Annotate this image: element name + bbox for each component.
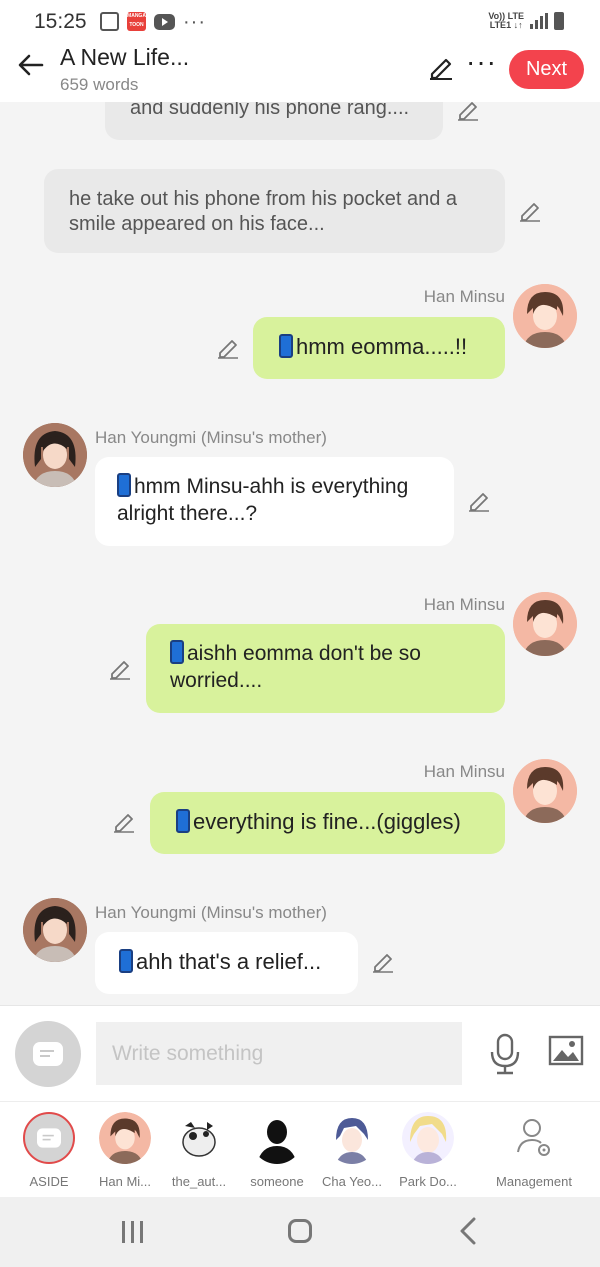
battery-icon (554, 12, 564, 30)
aside-icon (33, 1042, 63, 1066)
edit-pencil-icon[interactable] (112, 810, 136, 834)
mother-avatar-icon (23, 423, 87, 487)
phone-emoji-icon (117, 473, 131, 497)
character-han-minsu[interactable]: Han Mi... (87, 1112, 163, 1189)
message-bubble-received[interactable]: hmm Minsu-ahh is everything alright ther… (95, 457, 454, 546)
character-cha-yeo[interactable]: Cha Yeo... (314, 1112, 390, 1189)
edit-pencil-icon[interactable] (108, 657, 132, 681)
story-title: A New Life... (60, 44, 190, 70)
speaker-name: Han Youngmi (Minsu's mother) (95, 428, 327, 447)
boy-avatar-icon (99, 1112, 151, 1164)
more-notifications-icon: ··· (183, 10, 206, 33)
mother-avatar-icon (23, 898, 87, 962)
character-someone[interactable]: someone (239, 1112, 315, 1189)
signal-icon (530, 13, 548, 29)
aside-icon (37, 1128, 61, 1148)
management-button[interactable]: Management (490, 1112, 578, 1189)
silhouette-avatar-icon (251, 1112, 303, 1164)
system-back-icon[interactable] (456, 1217, 482, 1245)
aside-toggle-button[interactable] (15, 1021, 81, 1087)
next-button[interactable]: Next (509, 50, 584, 89)
word-count: 659 words (60, 75, 139, 94)
recent-apps-icon[interactable] (121, 1221, 145, 1243)
status-time: 15:25 (34, 10, 87, 33)
more-options-icon[interactable]: ··· (466, 46, 497, 78)
system-nav-bar (0, 1197, 600, 1267)
boy-avatar-icon (513, 284, 577, 348)
speaker-name: Han Minsu (423, 595, 505, 614)
character-selector: ASIDE Han Mi... the_aut... someone Cha Y… (0, 1101, 600, 1197)
edit-pencil-icon[interactable] (371, 950, 395, 974)
network-indicator: Vo)) LTE LTE1 ↓↑ (488, 11, 524, 30)
edit-pencil-icon[interactable] (518, 199, 542, 223)
avatar[interactable] (513, 284, 577, 348)
avatar[interactable] (23, 423, 87, 487)
phone-emoji-icon (279, 334, 293, 358)
message-bubble-sent[interactable]: everything is fine...(giggles) (150, 792, 505, 854)
phone-emoji-icon (170, 640, 184, 664)
app-header: A New Life... 659 words ··· Next (0, 44, 600, 102)
blonde-avatar-icon (402, 1112, 454, 1164)
home-icon[interactable] (288, 1219, 312, 1243)
image-picker-icon[interactable] (548, 1034, 584, 1068)
message-bubble-sent[interactable]: aishh eomma don't be so worried.... (146, 624, 505, 713)
microphone-icon[interactable] (488, 1032, 522, 1076)
youtube-icon (154, 13, 175, 30)
phone-emoji-icon (119, 949, 133, 973)
character-aside[interactable]: ASIDE (11, 1112, 87, 1189)
edit-pencil-icon[interactable] (456, 102, 480, 122)
avatar[interactable] (23, 898, 87, 962)
message-bubble-sent[interactable]: hmm eomma.....!! (253, 317, 505, 379)
narration-bubble[interactable]: he take out his phone from his pocket an… (44, 169, 505, 253)
message-bubble-received[interactable]: ahh that's a relief... (95, 932, 358, 994)
user-settings-icon (517, 1119, 550, 1156)
avatar[interactable] (513, 592, 577, 656)
manga-toon-icon: MANGA TOON (127, 12, 146, 31)
edit-pencil-icon[interactable] (428, 54, 454, 80)
speaker-name: Han Youngmi (Minsu's mother) (95, 903, 327, 922)
back-arrow-icon[interactable] (16, 50, 46, 80)
character-the-author[interactable]: the_aut... (161, 1112, 237, 1189)
phone-emoji-icon (176, 809, 190, 833)
speaker-name: Han Minsu (423, 287, 505, 306)
boy-avatar-icon (513, 759, 577, 823)
boy-avatar-icon (513, 592, 577, 656)
chat-area[interactable]: and suddenly his phone rang.... he take … (0, 102, 600, 1005)
gallery-icon (100, 12, 119, 31)
status-bar: 15:25 MANGA TOON ··· Vo)) LTE LTE1 ↓↑ (0, 0, 600, 44)
blue-hair-avatar-icon (326, 1112, 378, 1164)
edit-pencil-icon[interactable] (216, 336, 240, 360)
edit-pencil-icon[interactable] (467, 489, 491, 513)
composer-bar (0, 1005, 600, 1101)
avatar[interactable] (513, 759, 577, 823)
speaker-name: Han Minsu (423, 762, 505, 781)
message-input[interactable] (96, 1022, 462, 1085)
cow-mascot-avatar-icon (173, 1112, 225, 1164)
character-park-do[interactable]: Park Do... (390, 1112, 466, 1189)
narration-bubble[interactable]: and suddenly his phone rang.... (105, 102, 443, 140)
